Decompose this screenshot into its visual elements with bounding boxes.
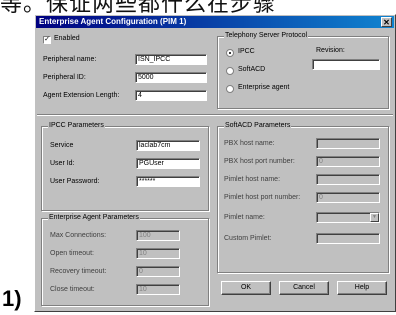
config-dialog: Enterprise Agent Configuration (PIM 1) ✕… xyxy=(34,14,396,312)
pimlet-host-port-label: Pimlet host port number: xyxy=(224,194,301,201)
enterprise-params-label: Enterprise Agent Parameters xyxy=(48,214,140,221)
enabled-checkbox[interactable]: ✓ xyxy=(43,36,51,44)
enabled-label: Enabled xyxy=(54,35,80,42)
pimlet-host-name-field[interactable] xyxy=(316,174,380,185)
telephony-group: Telephony Server Protocol IPCC SoftACD E… xyxy=(217,32,389,109)
background-banner-text: 等。保证两些都什么在步骤 xyxy=(0,0,277,14)
ipcc-radio[interactable] xyxy=(226,49,234,57)
ok-button[interactable]: OK xyxy=(221,281,271,295)
peripheral-id-label: Peripheral ID: xyxy=(43,74,86,81)
password-field[interactable]: ****** xyxy=(136,176,200,187)
pimlet-name-dropdown[interactable]: ▼ xyxy=(316,212,380,223)
enterprise-params-group: Enterprise Agent Parameters Max Connecti… xyxy=(41,214,209,306)
user-id-label: User Id: xyxy=(50,160,75,167)
pbx-host-name-label: PBX host name: xyxy=(224,140,275,147)
section-divider xyxy=(37,114,393,116)
service-label: Service xyxy=(50,142,74,149)
enterprise-agent-radio[interactable] xyxy=(226,85,234,93)
softacd-radio[interactable] xyxy=(226,67,234,75)
password-label: User Password: xyxy=(50,178,100,185)
dialog-title: Enterprise Agent Configuration (PIM 1) xyxy=(39,17,187,26)
step-number: 1) xyxy=(2,286,22,311)
peripheral-name-field[interactable]: ISN_IPCC xyxy=(135,54,207,65)
close-button[interactable]: ✕ xyxy=(381,17,392,27)
close-timeout-field[interactable]: 10 xyxy=(136,284,180,295)
chevron-down-icon[interactable]: ▼ xyxy=(370,213,379,222)
revision-field[interactable] xyxy=(312,59,380,70)
softacd-params-group: SoftACD Parameters PBX host name: PBX ho… xyxy=(217,122,389,273)
pimlet-host-port-field[interactable]: 0 xyxy=(316,192,380,203)
pimlet-name-label: Pimlet name: xyxy=(224,214,265,221)
softacd-radio-label: SoftACD xyxy=(238,66,266,73)
custom-pimlet-label: Custom Pimlet: xyxy=(224,235,272,242)
telephony-group-label: Telephony Server Protocol xyxy=(224,32,309,39)
close-timeout-label: Close timeout: xyxy=(50,286,95,293)
ipcc-params-group: IPCC Parameters Service laclab7cm User I… xyxy=(41,122,209,211)
pimlet-host-name-label: Pimlet host name: xyxy=(224,176,281,183)
ipcc-radio-label: IPCC xyxy=(238,48,255,55)
pbx-host-port-field[interactable]: 0 xyxy=(316,156,380,167)
ipcc-params-label: IPCC Parameters xyxy=(48,122,105,129)
pbx-host-port-label: PBX host port number: xyxy=(224,158,295,165)
recovery-timeout-field[interactable]: 0 xyxy=(136,266,180,277)
help-button[interactable]: Help xyxy=(337,281,387,295)
peripheral-name-label: Peripheral name: xyxy=(43,56,97,63)
softacd-params-label: SoftACD Parameters xyxy=(224,122,292,129)
max-connections-label: Max Connections: xyxy=(50,232,107,239)
user-id-field[interactable]: PGUser xyxy=(136,158,200,169)
pbx-host-name-field[interactable] xyxy=(316,138,380,149)
open-timeout-field[interactable]: 10 xyxy=(136,248,180,259)
cancel-button[interactable]: Cancel xyxy=(279,281,329,295)
max-connections-field[interactable]: 100 xyxy=(136,230,180,241)
extension-length-field[interactable]: 4 xyxy=(135,90,207,101)
open-timeout-label: Open timeout: xyxy=(50,250,94,257)
service-field[interactable]: laclab7cm xyxy=(136,140,200,151)
custom-pimlet-field[interactable] xyxy=(316,233,380,244)
enterprise-agent-radio-label: Enterprise agent xyxy=(238,84,290,91)
peripheral-id-field[interactable]: 5000 xyxy=(135,72,207,83)
title-bar: Enterprise Agent Configuration (PIM 1) ✕ xyxy=(36,16,394,28)
revision-label: Revision: xyxy=(316,47,345,54)
recovery-timeout-label: Recovery timeout: xyxy=(50,268,107,275)
extension-length-label: Agent Extension Length: xyxy=(43,92,120,99)
